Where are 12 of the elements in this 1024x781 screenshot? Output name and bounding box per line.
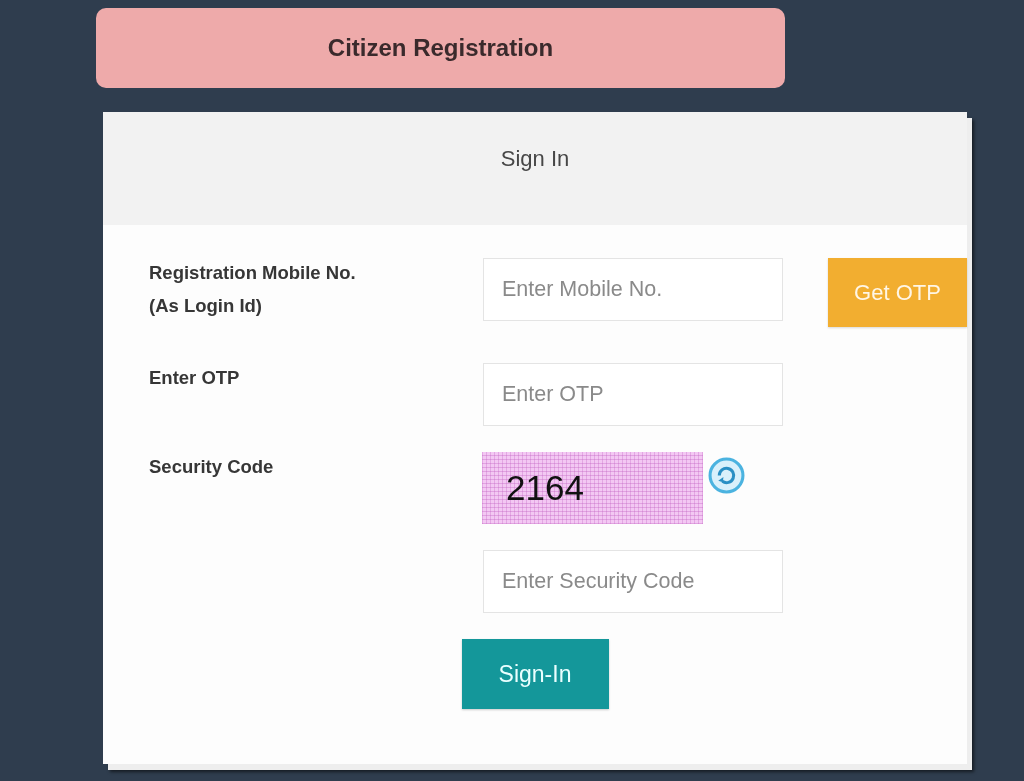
sign-in-button[interactable]: Sign-In — [461, 639, 609, 709]
input-field[interactable]: Enter Security Code — [483, 550, 783, 613]
card-title: Sign In — [500, 146, 570, 171]
field-label: Enter OTP — [149, 366, 240, 390]
page-title-banner: Citizen Registration — [96, 8, 785, 88]
get-otp-button[interactable]: Get OTP — [828, 258, 967, 327]
field-label: Security Code — [149, 455, 274, 479]
refresh-icon[interactable] — [708, 457, 745, 494]
input-field[interactable]: Enter Mobile No. — [483, 258, 783, 321]
captcha-code: 2164 — [506, 468, 584, 508]
field-label: Registration Mobile No. (As Login Id) — [149, 261, 356, 318]
input-field[interactable]: Enter OTP — [483, 363, 783, 426]
